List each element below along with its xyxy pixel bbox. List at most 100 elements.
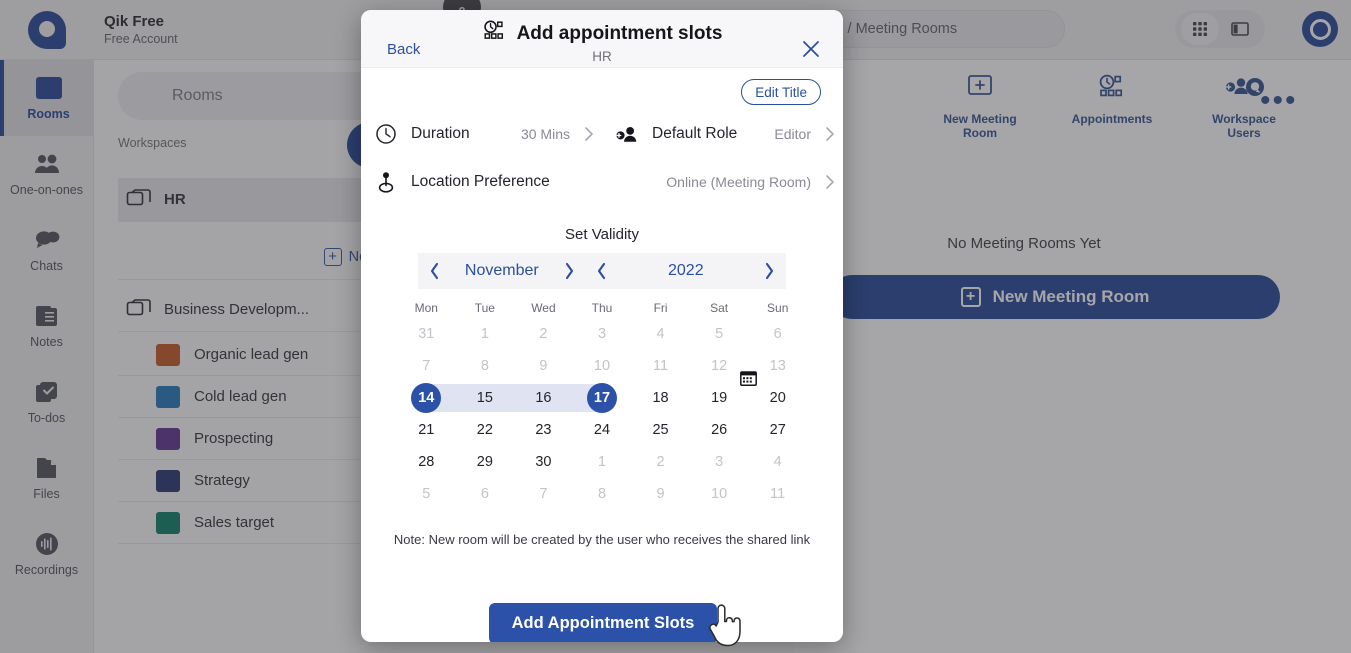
calendar-day-number: 25 [652, 422, 669, 438]
next-year-button[interactable] [753, 262, 786, 280]
calendar-day: 5 [397, 478, 456, 510]
calendar-day[interactable]: 26 [690, 414, 749, 446]
calendar-day-number: 26 [711, 422, 728, 438]
calendar-day: 10 [690, 478, 749, 510]
calendar-day: 5 [690, 318, 749, 350]
calendar-day-number: 20 [769, 390, 786, 406]
calendar-day: 1 [456, 318, 515, 350]
weekday-header: Sat [710, 301, 729, 315]
calendar-day: 8 [573, 478, 632, 510]
edit-title-button[interactable]: Edit Title [741, 79, 821, 105]
next-month-button[interactable] [553, 262, 586, 280]
calendar-day-number: 1 [597, 454, 607, 470]
calendar-day-number: 19 [711, 390, 728, 406]
dialog-subtitle: HR [592, 49, 612, 64]
calendar-day[interactable]: 21 [397, 414, 456, 446]
dialog-note: Note: New room will be created by the us… [393, 532, 811, 547]
calendar-day: 9 [514, 350, 573, 382]
prev-month-button[interactable] [418, 262, 451, 280]
calendar-day: 13 [748, 350, 807, 382]
field-value: Editor [774, 126, 811, 142]
calendar-day: 7 [514, 478, 573, 510]
calendar-day-number: 16 [535, 390, 552, 406]
calendar-day[interactable]: 24 [573, 414, 632, 446]
clock-icon [361, 123, 411, 145]
field-label: Location Preference [411, 173, 550, 190]
calendar-day-number: 11 [653, 358, 669, 374]
calendar-day-number: 8 [597, 486, 607, 502]
calendar-day-number: 10 [711, 486, 728, 502]
calendar-day: 31 [397, 318, 456, 350]
field-value: Online (Meeting Room) [666, 174, 811, 190]
calendar-month: November [464, 262, 539, 279]
edit-title-label: Edit Title [755, 84, 807, 100]
calendar-day-number: 4 [773, 454, 782, 470]
calendar-day-number: 15 [476, 390, 493, 406]
calendar-day: 9 [631, 478, 690, 510]
calendar-year: 2022 [668, 262, 704, 279]
calendar-day-number: 30 [535, 454, 552, 470]
calendar-day-number: 29 [476, 454, 493, 470]
prev-year-button[interactable] [586, 262, 619, 280]
calendar-day-number: 18 [652, 390, 669, 406]
calendar-day: 8 [456, 350, 515, 382]
calendar-day[interactable]: 25 [631, 414, 690, 446]
calendar-day-number: 10 [593, 358, 611, 374]
calendar-day-number: 2 [656, 454, 665, 470]
calendar-day-number: 4 [656, 326, 665, 342]
location-preference-field[interactable]: Location Preference Online (Meeting Room… [361, 158, 843, 206]
default-role-field[interactable]: Default Role Editor [602, 110, 843, 158]
field-label: Duration [411, 125, 470, 142]
calendar-grid: Mon Tue Wed Thu Fri Sat Sun 31 1 2 3 4 5 6 7 8 9 1… [397, 298, 807, 510]
calendar-day-number: 7 [422, 358, 431, 374]
calendar-day[interactable]: 14 [397, 382, 456, 414]
calendar-day-number: 9 [539, 358, 548, 374]
duration-field[interactable]: Duration 30 Mins [361, 110, 602, 158]
calendar-day[interactable]: 30 [514, 446, 573, 478]
calendar-day[interactable]: 23 [514, 414, 573, 446]
calendar-day-number: 6 [773, 326, 782, 342]
calendar-day-number: 21 [418, 422, 435, 438]
calendar-day[interactable]: 15 [455, 382, 515, 414]
dialog-title-group: Add appointment slots HR [361, 20, 843, 64]
calendar-day[interactable]: 22 [456, 414, 515, 446]
add-appointment-slots-dialog: Back Add appointment slots HR Edit Title… [361, 10, 843, 642]
calendar-day: 6 [748, 318, 807, 350]
calendar-day: 11 [748, 478, 807, 510]
app-root: Qik Free Free Account 0 Workspaces / Mee… [0, 0, 1351, 653]
calendar-day: 10 [573, 350, 632, 382]
calendar-day[interactable]: 20 [748, 382, 807, 414]
calendar-day[interactable]: 16 [514, 382, 573, 414]
button-label: Add Appointment Slots [511, 614, 695, 632]
calendar-day[interactable]: 29 [456, 446, 515, 478]
calendar-day-number: 5 [715, 326, 724, 342]
calendar-day: 3 [690, 446, 749, 478]
calendar-day: 12 [690, 350, 749, 382]
field-label: Default Role [652, 125, 738, 142]
calendar-day[interactable]: 28 [397, 446, 456, 478]
calendar-day[interactable]: 27 [748, 414, 807, 446]
calendar-day-number: 8 [480, 358, 489, 374]
calendar-day-number: 9 [656, 486, 665, 502]
calendar-day-number: 2 [539, 326, 548, 342]
calendar-day-number: 23 [535, 422, 552, 438]
calendar-day[interactable]: 17 [572, 382, 632, 414]
calendar-day: 4 [631, 318, 690, 350]
calendar-day-number: 14 [411, 383, 442, 413]
calendar-day-number: 22 [476, 422, 493, 438]
calendar-day-number: 1 [480, 326, 489, 342]
calendar-day-number: 31 [418, 326, 435, 342]
add-appointment-slots-button[interactable]: Add Appointment Slots [489, 603, 717, 642]
calendar-day-number: 27 [769, 422, 786, 438]
calendar-day-number: 28 [418, 454, 435, 470]
calendar-day[interactable]: 19 [690, 382, 749, 414]
calendar-day-number: 12 [711, 358, 728, 374]
set-validity-label: Set Validity [565, 226, 639, 243]
calendar-day[interactable]: 18 [631, 382, 690, 414]
field-value: 30 Mins [520, 126, 570, 142]
close-icon[interactable] [799, 37, 823, 61]
mouse-cursor [705, 600, 749, 652]
calendar-day: 4 [748, 446, 807, 478]
calendar-day: 2 [514, 318, 573, 350]
add-person-icon [602, 123, 652, 145]
